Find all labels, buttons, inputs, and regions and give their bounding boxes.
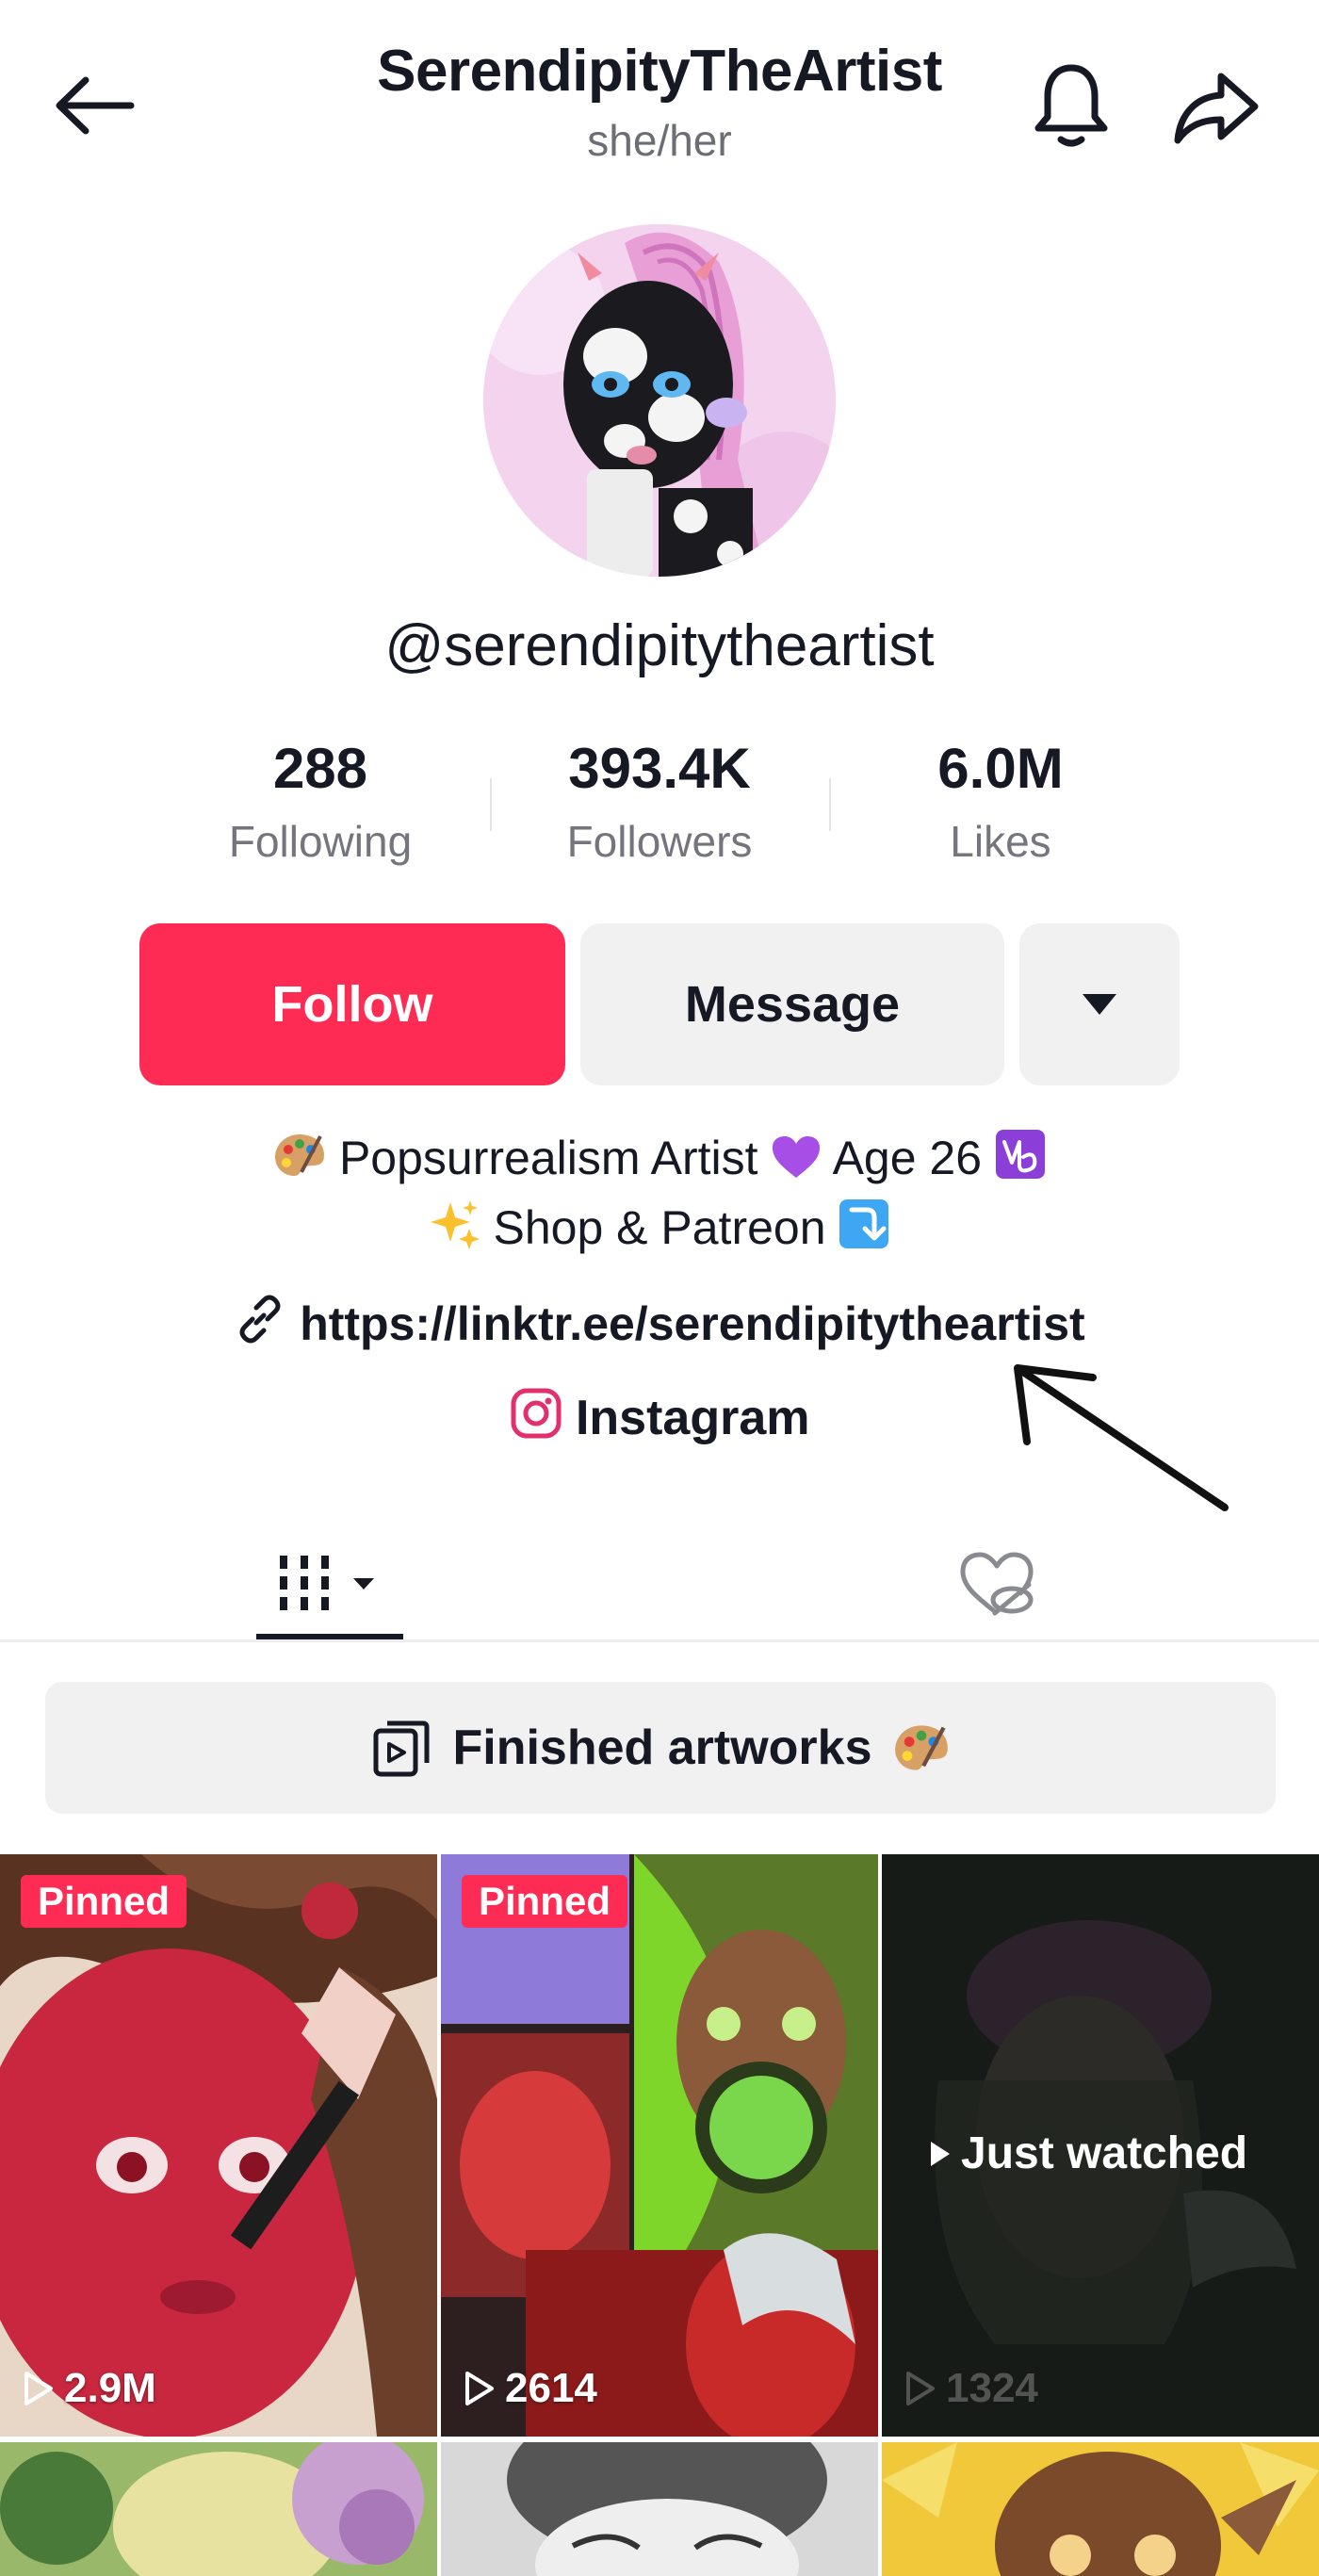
caret-down-icon [1083, 994, 1116, 1015]
view-count-text: 2.9M [64, 2365, 156, 2411]
video-thumbnail [882, 2442, 1319, 2576]
annotation-arrow [1014, 1364, 1229, 1511]
bio-text-age: Age 26 [832, 1132, 983, 1184]
tab-liked[interactable] [923, 1528, 1070, 1641]
share-button[interactable] [1159, 57, 1272, 160]
video-tile[interactable] [441, 2442, 878, 2576]
bio-text-artist: Popsurrealism Artist [338, 1132, 758, 1184]
avatar[interactable] [483, 224, 836, 577]
tab-divider [0, 1639, 1319, 1642]
view-count-text: 2614 [505, 2365, 597, 2411]
instagram-icon [511, 1388, 561, 1439]
stat-value: 393.4K [568, 737, 751, 800]
view-count: 2.9M [23, 2365, 156, 2412]
notifications-button[interactable] [1019, 52, 1123, 155]
more-options-button[interactable] [1019, 923, 1180, 1085]
stat-label: Followers [566, 817, 753, 866]
username: @serendipitytheartist [384, 613, 935, 678]
artist-palette-icon [275, 1134, 325, 1176]
stat-divider [490, 778, 492, 831]
play-icon [24, 2372, 53, 2405]
bio-text-shop: Shop & Patreon [493, 1201, 826, 1254]
stat-divider [829, 778, 831, 831]
instagram-link[interactable]: Instagram [377, 1387, 942, 1446]
play-filled-icon [931, 2141, 950, 2166]
back-button[interactable] [52, 58, 155, 153]
just-watched-label: Just watched [961, 2128, 1248, 2178]
capricorn-icon [995, 1130, 1045, 1179]
video-thumbnail [0, 1854, 437, 2437]
artist-palette-icon [894, 1725, 948, 1770]
video-thumbnail [0, 2442, 437, 2576]
bio-line-2: Shop & Patreon [94, 1198, 1225, 1255]
stat-label: Following [228, 817, 413, 866]
video-tile[interactable] [0, 2442, 437, 2576]
instagram-label: Instagram [575, 1391, 810, 1445]
stat-followers[interactable]: 393.4K Followers [518, 735, 801, 874]
purple-heart-icon [773, 1136, 821, 1178]
playlist-button[interactable]: Finished artworks [45, 1682, 1276, 1814]
tab-videos[interactable] [256, 1528, 403, 1641]
bio-link-text: https://linktr.ee/serendipitytheartist [300, 1297, 1085, 1350]
stat-label: Likes [950, 817, 1051, 866]
arrow-left-icon [56, 76, 135, 135]
pronouns: she/her [587, 116, 732, 165]
avatar-illustration [483, 224, 836, 577]
view-count: 1324 [904, 2365, 1038, 2412]
bio-link[interactable]: https://linktr.ee/serendipitytheartist [94, 1293, 1225, 1351]
playlist-label: Finished artworks [452, 1720, 872, 1775]
bell-icon [1034, 64, 1108, 147]
stat-value: 6.0M [937, 737, 1064, 800]
follow-button[interactable]: Follow [139, 923, 565, 1085]
bio-line-1: Popsurrealism Artist Age 26 [94, 1129, 1225, 1185]
playlist-icon [373, 1720, 429, 1777]
video-thumbnail [441, 1854, 878, 2437]
video-thumbnail [441, 2442, 878, 2576]
video-tile[interactable]: Pinned 2.9M [0, 1854, 437, 2437]
pinned-badge: Pinned [462, 1875, 628, 1928]
video-tile[interactable] [882, 2442, 1319, 2576]
stat-following[interactable]: 288 Following [179, 735, 462, 874]
stat-likes[interactable]: 6.0M Likes [859, 735, 1142, 874]
view-count: 2614 [464, 2365, 597, 2412]
just-watched-overlay: Just watched [929, 2128, 1247, 2179]
link-icon [239, 1295, 281, 1344]
stat-value: 288 [272, 737, 368, 800]
sparkles-icon [430, 1200, 480, 1249]
play-icon [465, 2372, 494, 2405]
arrow-down-box-icon [839, 1199, 889, 1248]
video-tile[interactable]: Just watched 1324 [882, 1854, 1319, 2437]
grid-icon [280, 1556, 374, 1610]
play-icon [906, 2372, 935, 2405]
share-arrow-icon [1174, 73, 1259, 144]
view-count-text: 1324 [946, 2365, 1038, 2411]
message-button[interactable]: Message [580, 923, 1004, 1085]
profile-title: SerendipityTheArtist [377, 39, 942, 104]
pinned-badge: Pinned [21, 1875, 187, 1928]
video-tile[interactable]: Pinned 2614 [441, 1854, 878, 2437]
hidden-heart-icon [960, 1552, 1034, 1616]
